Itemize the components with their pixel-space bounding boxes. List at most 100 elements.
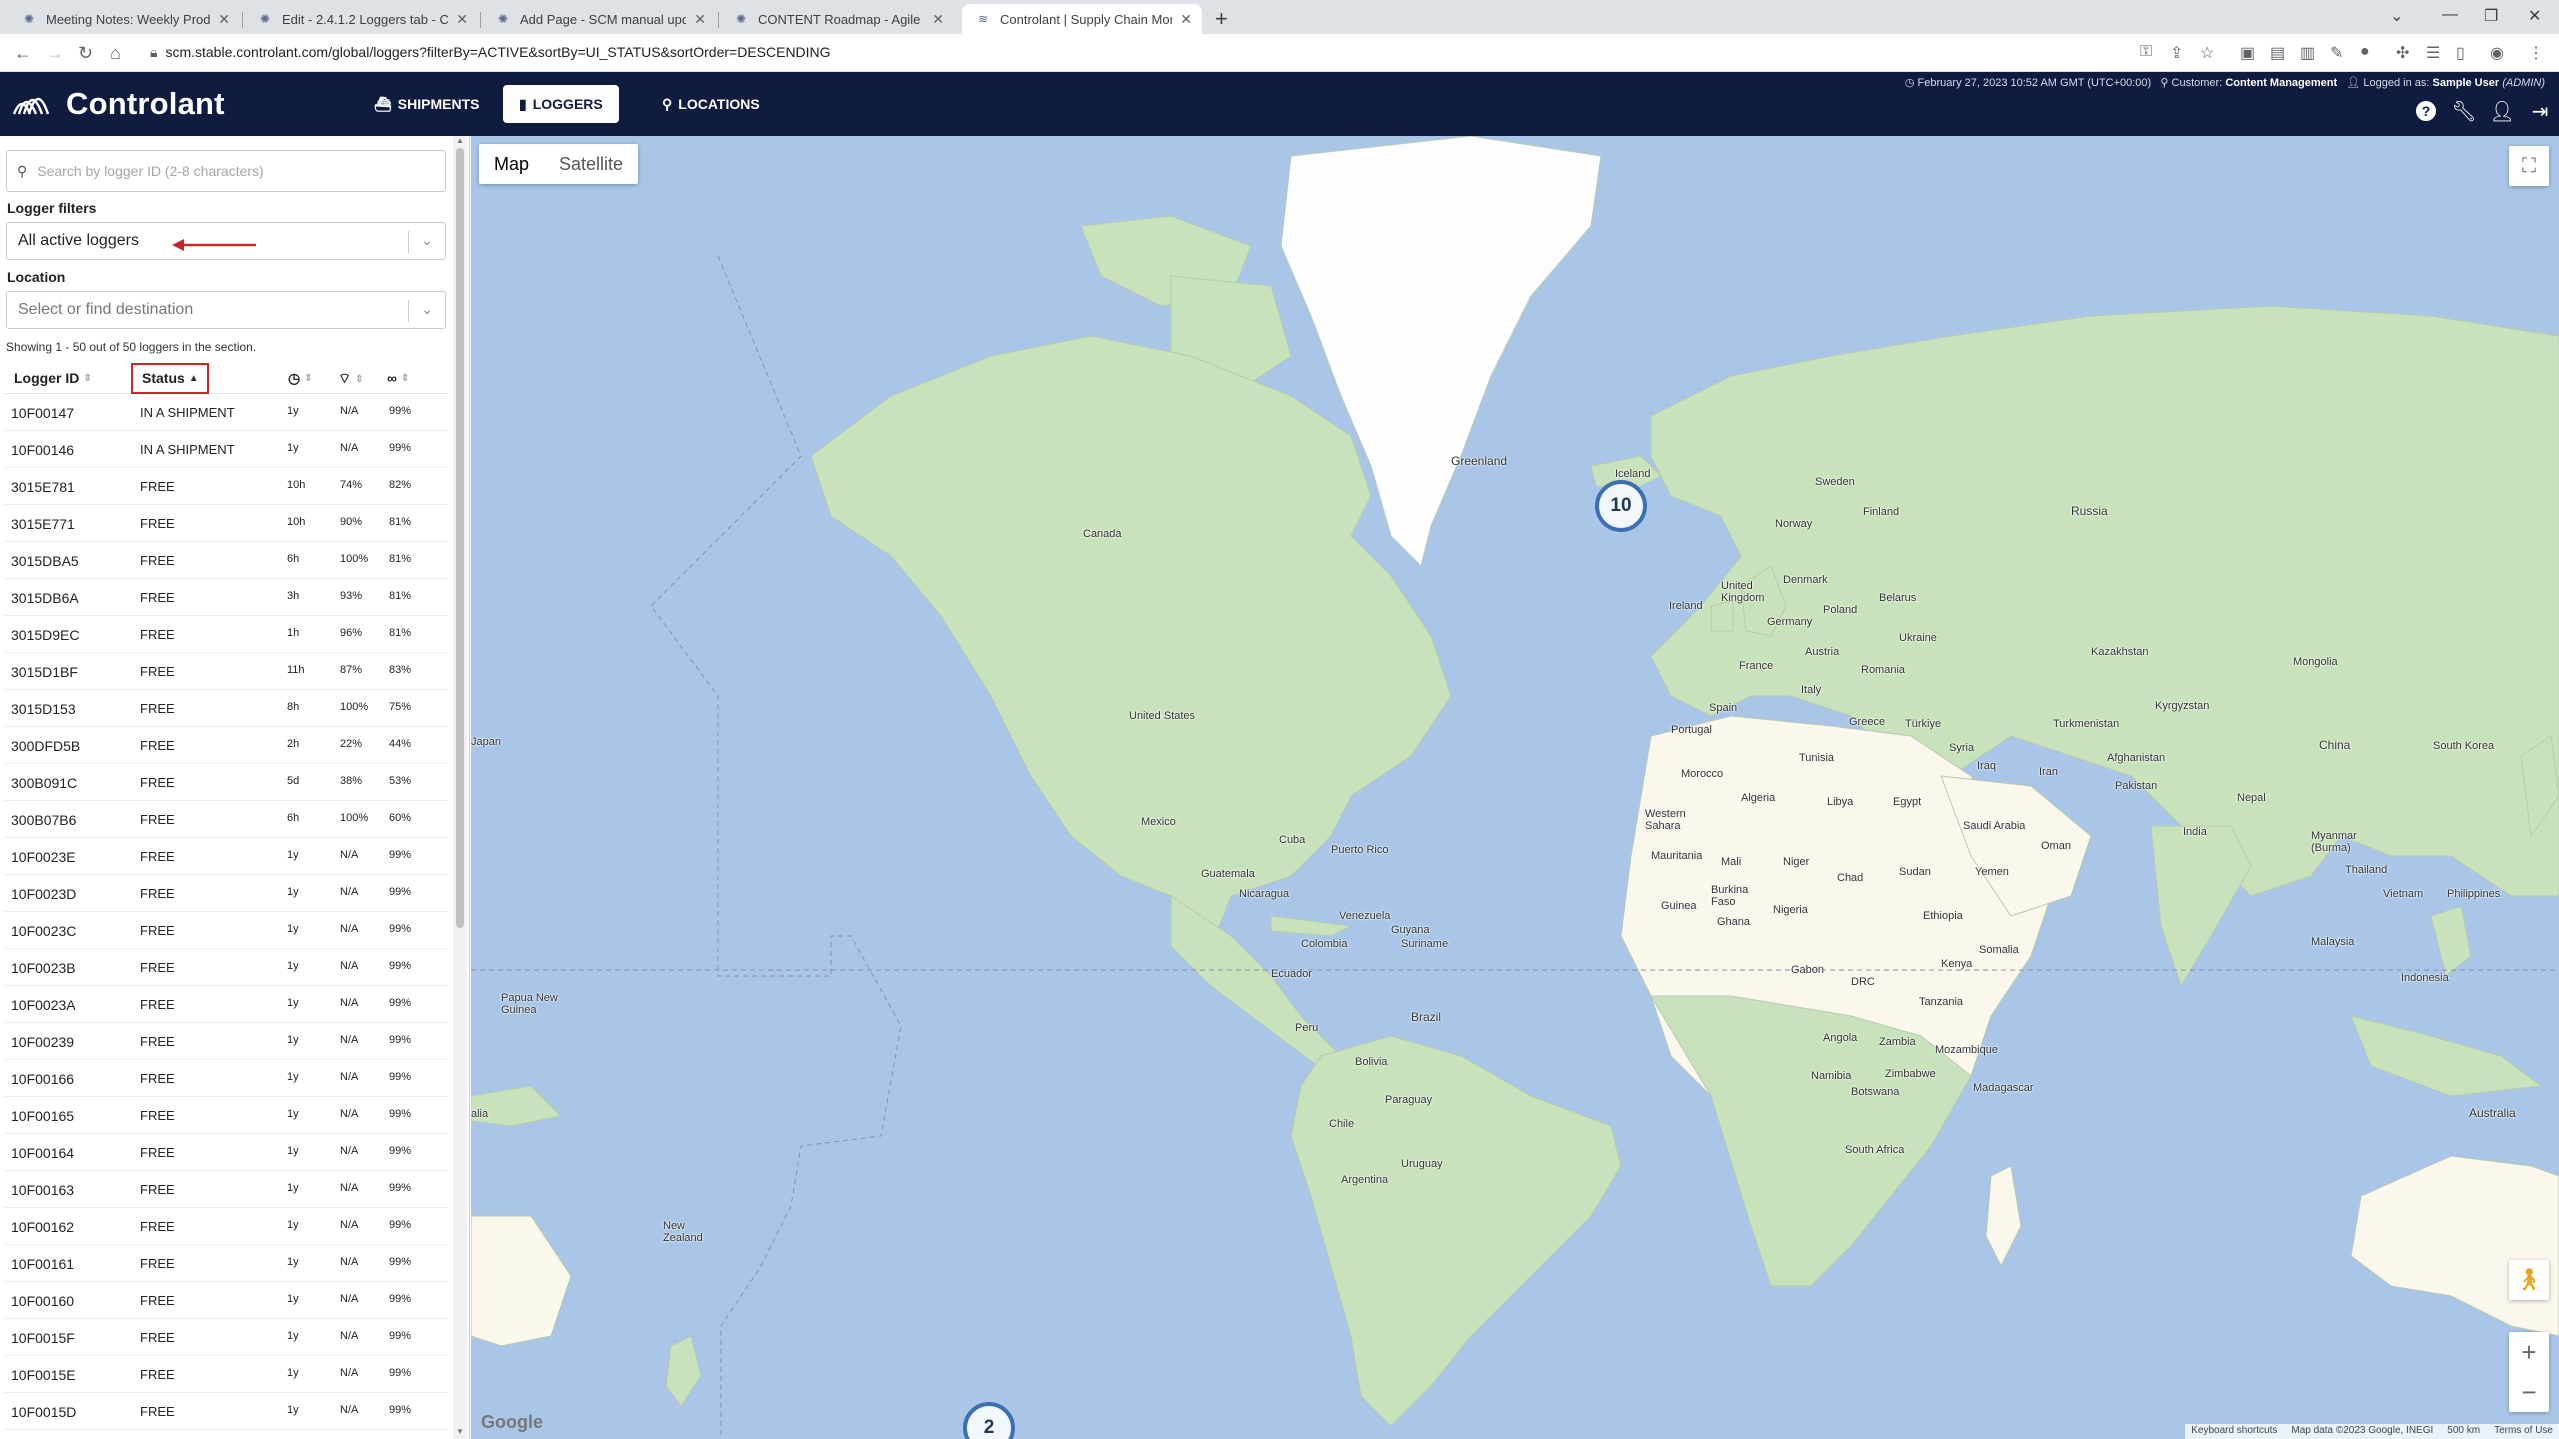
table-row[interactable]: 10F00160 FREE 1y N/A 99% [4,1282,448,1319]
scroll-up-icon[interactable]: ▲ [456,136,464,145]
nav-shipments[interactable]: ⛴ SHIPMENTS [358,85,495,123]
reading-list-icon[interactable]: ☰ [2426,43,2440,63]
logger-search-box[interactable]: ⚲ [6,150,446,192]
logger-search-input[interactable] [37,163,445,179]
extension-icon[interactable]: ▥ [2300,43,2315,63]
table-row[interactable]: 10F00239 FREE 1y N/A 99% [4,1023,448,1060]
location-select[interactable]: Select or find destination ⌄ [6,291,446,329]
close-tab-icon[interactable]: ✕ [218,11,230,28]
table-row[interactable]: 10F0015D FREE 1y N/A 99% [4,1393,448,1430]
close-tab-icon[interactable]: ✕ [932,11,944,28]
browser-tab[interactable]: ✺ Edit - 2.4.1.2 Loggers tab - Custo ✕ [244,4,478,34]
extension-icon[interactable]: ▣ [2240,43,2255,63]
minimize-icon[interactable]: — [2442,6,2458,24]
table-row[interactable]: 300B07B6 FREE 6h 100% 60% [4,801,448,838]
close-tab-icon[interactable]: ✕ [1180,11,1192,28]
map-label: Poland [1823,604,1858,616]
map-type-satellite-button[interactable]: Satellite [544,144,638,184]
table-row[interactable]: 10F00146 IN A SHIPMENT 1y N/A 99% [4,431,448,468]
table-row[interactable]: 3015E771 FREE 10h 90% 81% [4,505,448,542]
table-row[interactable]: 10F0023B FREE 1y N/A 99% [4,949,448,986]
table-row[interactable]: 10F00165 FREE 1y N/A 99% [4,1097,448,1134]
map-label: Iraq [1977,760,1996,772]
wrench-icon[interactable]: 🔧︎ [2451,100,2476,123]
table-row[interactable]: 10F0023C FREE 1y N/A 99% [4,912,448,949]
sidepanel-icon[interactable]: ▯ [2456,43,2465,63]
column-status[interactable]: Status ▲ [142,370,199,386]
browser-tab[interactable]: ✺ Meeting Notes: Weekly Product T ✕ [8,4,240,34]
menu-kebab-icon[interactable]: ⋮ [2528,43,2544,63]
map-label: Denmark [1783,574,1828,586]
battery-cell: 82% [389,479,412,491]
table-row[interactable]: 10F0023E FREE 1y N/A 99% [4,838,448,875]
fullscreen-icon[interactable]: ⛶ [2509,146,2549,186]
table-row[interactable]: 10F00147 IN A SHIPMENT 1y N/A 99% [4,394,448,431]
map-type-map-button[interactable]: Map [479,144,544,184]
nav-locations[interactable]: ⚲ LOCATIONS [646,85,776,123]
map-scale[interactable]: 500 km [2447,1425,2480,1438]
extension-icon[interactable]: ▤ [2270,43,2285,63]
extension-icon[interactable]: ● [2360,43,2370,61]
close-window-icon[interactable]: ✕ [2528,6,2541,26]
table-row[interactable]: 300DFD5B FREE 2h 22% 44% [4,727,448,764]
map-label: Gabon [1791,964,1825,976]
bookmark-star-icon[interactable]: ☆ [2200,43,2214,63]
nav-label: LOCATIONS [678,96,760,112]
map-cluster-marker[interactable]: 10 [1595,480,1647,532]
table-row[interactable]: 3015D9EC FREE 1h 96% 81% [4,616,448,653]
maximize-icon[interactable]: ❐ [2484,6,2498,26]
profile-avatar-icon[interactable]: ◉ [2490,43,2504,63]
table-row[interactable]: 10F00163 FREE 1y N/A 99% [4,1171,448,1208]
scroll-down-icon[interactable]: ▼ [456,1427,464,1436]
table-row[interactable]: 10F00164 FREE 1y N/A 99% [4,1134,448,1171]
sidebar-scroll-thumb[interactable] [456,148,464,928]
column-battery[interactable]: ∞ ⇕ [387,370,409,386]
keyboard-shortcuts-link[interactable]: Keyboard shortcuts [2191,1425,2277,1438]
table-row[interactable]: 10F0015F FREE 1y N/A 99% [4,1319,448,1356]
zoom-in-button[interactable]: + [2509,1332,2549,1372]
close-tab-icon[interactable]: ✕ [694,11,706,28]
key-icon[interactable]: ⚿ [2140,43,2152,61]
logout-icon[interactable]: ⇥ [2529,100,2551,123]
table-row[interactable]: 3015D1BF FREE 11h 87% 83% [4,653,448,690]
table-row[interactable]: 3015E781 FREE 10h 74% 82% [4,468,448,505]
browser-tab-active[interactable]: ≋ Controlant | Supply Chain Monit ✕ [962,4,1202,34]
table-row[interactable]: 3015D153 FREE 8h 100% 75% [4,690,448,727]
world-map[interactable]: Greenland Iceland Canada United States M… [471,136,2559,1439]
close-tab-icon[interactable]: ✕ [456,11,468,28]
table-row[interactable]: 10F0015E FREE 1y N/A 99% [4,1356,448,1393]
back-icon[interactable]: ← [14,43,32,64]
puzzle-icon[interactable]: ✣ [2396,43,2409,63]
help-icon[interactable]: ? [2415,100,2437,122]
reload-icon[interactable]: ↻ [78,43,93,64]
table-row[interactable]: 10F0023D FREE 1y N/A 99% [4,875,448,912]
table-row[interactable]: 10F00162 FREE 1y N/A 99% [4,1208,448,1245]
column-label: Logger ID [14,370,80,386]
terms-link[interactable]: Terms of Use [2494,1425,2553,1438]
browser-tab[interactable]: ✺ Add Page - SCM manual update ✕ [482,4,716,34]
table-row[interactable]: 300B091C FREE 5d 38% 53% [4,764,448,801]
table-row[interactable]: 10F00161 FREE 1y N/A 99% [4,1245,448,1282]
user-icon[interactable]: 👤︎ [2489,100,2514,123]
column-last-seen[interactable]: ◷ ⇕ [288,370,313,387]
extension-icon[interactable]: ✎ [2330,43,2343,63]
browser-tab[interactable]: ✺ CONTENT Roadmap - Agile Boar ✕ [720,4,954,34]
nav-loggers[interactable]: ▮ LOGGERS [503,85,619,123]
column-logger-id[interactable]: Logger ID ⇕ [14,370,92,386]
url-field[interactable]: 🔒︎ scm.stable.controlant.com/global/logge… [150,44,831,61]
table-row[interactable]: 3015DB6A FREE 3h 93% 81% [4,579,448,616]
home-icon[interactable]: ⌂ [110,43,121,64]
tab-search-icon[interactable]: ⌄ [2390,6,2403,26]
zoom-out-button[interactable]: − [2509,1372,2549,1412]
table-row[interactable]: 10F0023A FREE 1y N/A 99% [4,986,448,1023]
table-row[interactable]: 10F00166 FREE 1y N/A 99% [4,1060,448,1097]
logger-id-cell: 3015E771 [11,516,75,532]
street-view-pegman-icon[interactable]: 🚶︎ [2509,1260,2549,1300]
column-signal[interactable]: ⌔ ⇕ [338,370,364,388]
brand-name[interactable]: Controlant [66,86,225,122]
share-icon[interactable]: ⇪ [2170,43,2183,63]
table-row[interactable]: 3015DBA5 FREE 6h 100% 81% [4,542,448,579]
map-attribution: Keyboard shortcuts Map data ©2023 Google… [2185,1424,2559,1439]
forward-icon[interactable]: → [46,43,64,64]
new-tab-icon[interactable]: + [1215,6,1228,32]
